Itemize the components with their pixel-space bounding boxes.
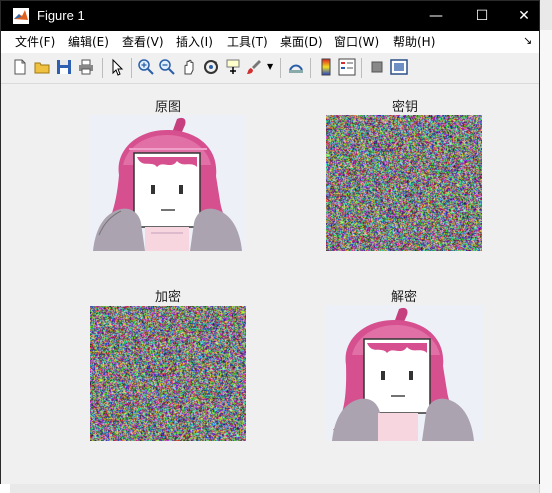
- matlab-logo-icon: [13, 8, 29, 24]
- data-cursor-icon[interactable]: [224, 58, 242, 76]
- menu-file[interactable]: 文件(F): [15, 35, 55, 49]
- link-plot-icon[interactable]: [287, 58, 305, 76]
- pan-icon[interactable]: [180, 58, 198, 76]
- close-button[interactable]: ✕: [501, 1, 547, 31]
- subplot-title-original: 原图: [154, 100, 181, 115]
- menu-help[interactable]: 帮助(H): [393, 35, 435, 49]
- subplot-title-decrypted: 解密: [390, 290, 417, 305]
- save-icon[interactable]: [55, 58, 73, 76]
- minimize-button[interactable]: —: [413, 1, 459, 31]
- toolbar-separator: [102, 58, 103, 78]
- figure-toolbar: ▼: [1, 53, 539, 84]
- encrypted-noise-pixels: [90, 306, 246, 441]
- key-noise-pixels: [326, 115, 482, 251]
- menu-window[interactable]: 窗口(W): [334, 35, 379, 49]
- menu-desktop[interactable]: 桌面(D): [280, 35, 323, 49]
- close-icon: ✕: [518, 8, 530, 24]
- character-illustration: [89, 115, 246, 251]
- key-noise-image[interactable]: [326, 115, 482, 251]
- subplot-title-encrypted: 加密: [154, 290, 181, 305]
- original-character-image[interactable]: [89, 115, 246, 251]
- maximize-icon: ☐: [475, 8, 489, 24]
- toolbar-separator: [131, 58, 132, 78]
- print-icon[interactable]: [77, 58, 95, 76]
- brush-icon[interactable]: [245, 58, 263, 76]
- show-plot-tools-icon[interactable]: [390, 58, 408, 76]
- rotate-3d-icon[interactable]: [202, 58, 220, 76]
- decrypted-character-image[interactable]: [326, 305, 483, 441]
- maximize-button[interactable]: ☐: [459, 1, 505, 31]
- new-figure-icon[interactable]: [11, 58, 29, 76]
- dock-icon[interactable]: ↘: [523, 34, 532, 47]
- menu-view[interactable]: 查看(V): [122, 35, 164, 49]
- encrypted-noise-image[interactable]: [90, 306, 246, 441]
- colorbar-icon[interactable]: [317, 58, 335, 76]
- menu-tools[interactable]: 工具(T): [227, 35, 268, 49]
- hide-plot-tools-icon[interactable]: [368, 58, 386, 76]
- subplot-title-key: 密钥: [391, 100, 418, 115]
- zoom-in-icon[interactable]: [137, 58, 155, 76]
- legend-icon[interactable]: [338, 58, 356, 76]
- toolbar-separator: [361, 58, 362, 78]
- figure-canvas[interactable]: 原图 密钥 加密 解密: [1, 84, 539, 484]
- minimize-icon: —: [429, 8, 443, 24]
- zoom-out-icon[interactable]: [158, 58, 176, 76]
- open-file-icon[interactable]: [33, 58, 51, 76]
- menu-insert[interactable]: 插入(I): [176, 35, 213, 49]
- toolbar-separator: [310, 58, 311, 78]
- brush-dropdown-icon[interactable]: ▼: [267, 62, 273, 71]
- menu-bar: 文件(F) 编辑(E) 查看(V) 插入(I) 工具(T) 桌面(D) 窗口(W…: [1, 31, 539, 53]
- title-bar[interactable]: Figure 1 — ☐ ✕: [1, 1, 539, 31]
- figure-window: Figure 1 — ☐ ✕ 文件(F) 编辑(E) 查看(V) 插入(I) 工…: [0, 0, 540, 484]
- background-window-right-edge: [539, 30, 552, 493]
- window-title: Figure 1: [37, 8, 85, 23]
- character-illustration: [326, 305, 483, 441]
- toolbar-separator: [280, 58, 281, 78]
- pointer-icon[interactable]: [108, 58, 126, 76]
- menu-edit[interactable]: 编辑(E): [68, 35, 109, 49]
